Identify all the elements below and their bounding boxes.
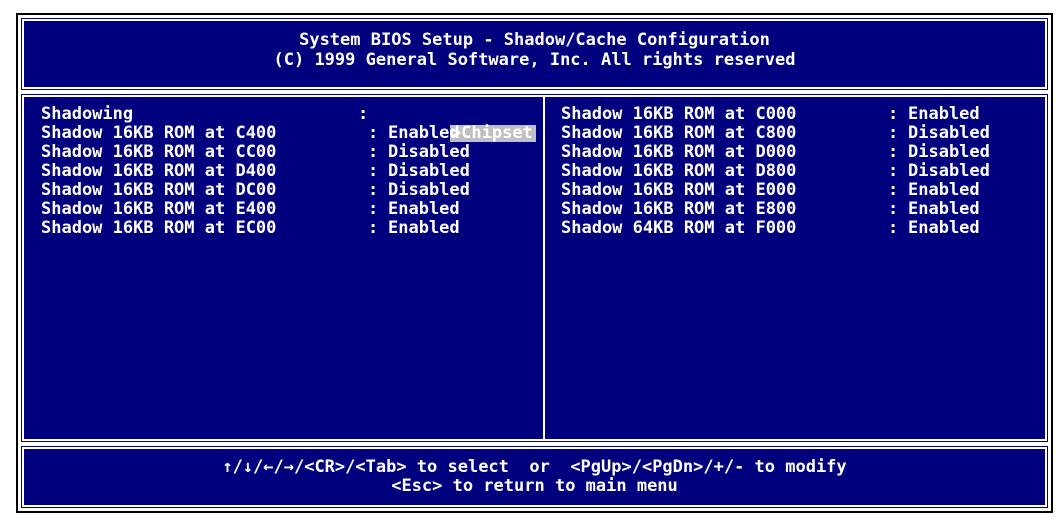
setting-value[interactable]: Disabled <box>908 124 990 143</box>
setting-label: Shadow 16KB ROM at DC00 <box>41 180 277 200</box>
setting-value[interactable]: Disabled <box>388 181 470 200</box>
copyright-text: (C) 1999 General Software, Inc. All righ… <box>273 50 796 70</box>
setting-value[interactable]: Enabled <box>908 105 980 124</box>
setting-value[interactable]: Enabled <box>908 200 980 219</box>
setting-separator: : <box>368 218 379 238</box>
help-panel: ↑/↓/←/→/<CR>/<Tab> to select or <PgUp>/<… <box>19 444 1050 510</box>
setting-label: Shadow 16KB ROM at C000 <box>561 104 797 124</box>
setting-row-d400[interactable]: Shadow 16KB ROM at D400 : Disabled <box>41 162 531 181</box>
setting-value[interactable]: Disabled <box>388 143 470 162</box>
setting-separator: : <box>888 161 899 181</box>
setting-label: Shadow 16KB ROM at D800 <box>561 161 797 181</box>
setting-value[interactable]: Enabled <box>388 200 460 219</box>
help-text-escape: <Esc> to return to main menu <box>391 476 678 496</box>
setting-separator: : <box>888 218 899 238</box>
panel-divider <box>543 97 545 439</box>
setting-separator: : <box>888 199 899 219</box>
help-text-navigation: ↑/↓/←/→/<CR>/<Tab> to select or <PgUp>/<… <box>222 457 847 477</box>
setting-row-f000[interactable]: Shadow 64KB ROM at F000 : Enabled <box>561 219 1041 238</box>
page-title: System BIOS Setup - Shadow/Cache Configu… <box>299 30 770 50</box>
setting-row-dc00[interactable]: Shadow 16KB ROM at DC00 : Disabled <box>41 181 531 200</box>
setting-label: Shadow 16KB ROM at CC00 <box>41 142 277 162</box>
setting-value[interactable]: Disabled <box>908 162 990 181</box>
setting-row-c400[interactable]: Shadow 16KB ROM at C400 : Enabled <box>41 124 531 143</box>
setting-label: Shadow 16KB ROM at E000 <box>561 180 797 200</box>
setting-separator: : <box>368 123 379 143</box>
setting-label: Shadow 16KB ROM at E800 <box>561 199 797 219</box>
settings-panel: Shadowing : >Chipset Shadow 16KB ROM at … <box>19 92 1050 444</box>
setting-row-e400[interactable]: Shadow 16KB ROM at E400 : Enabled <box>41 200 531 219</box>
setting-label: Shadow 16KB ROM at EC00 <box>41 218 277 238</box>
setting-value[interactable]: Disabled <box>388 162 470 181</box>
setting-value[interactable]: Enabled <box>388 124 460 143</box>
setting-row-d800[interactable]: Shadow 16KB ROM at D800 : Disabled <box>561 162 1041 181</box>
setting-row-cc00[interactable]: Shadow 16KB ROM at CC00 : Disabled <box>41 143 531 162</box>
setting-separator: : <box>888 104 899 124</box>
setting-row-c800[interactable]: Shadow 16KB ROM at C800 : Disabled <box>561 124 1041 143</box>
setting-row-c000[interactable]: Shadow 16KB ROM at C000 : Enabled <box>561 105 1041 124</box>
setting-value[interactable]: Disabled <box>908 143 990 162</box>
setting-row-e800[interactable]: Shadow 16KB ROM at E800 : Enabled <box>561 200 1041 219</box>
setting-value[interactable]: Enabled <box>908 181 980 200</box>
setting-separator: : <box>888 142 899 162</box>
bios-screen: System BIOS Setup - Shadow/Cache Configu… <box>19 16 1050 510</box>
setting-separator: : <box>888 180 899 200</box>
setting-value[interactable]: Enabled <box>388 219 460 238</box>
setting-separator: : <box>368 180 379 200</box>
setting-separator: : <box>368 142 379 162</box>
setting-row-ec00[interactable]: Shadow 16KB ROM at EC00 : Enabled <box>41 219 531 238</box>
setting-label: Shadow 64KB ROM at F000 <box>561 218 797 238</box>
header-panel: System BIOS Setup - Shadow/Cache Configu… <box>19 16 1050 92</box>
setting-separator: : <box>888 123 899 143</box>
setting-row-e000[interactable]: Shadow 16KB ROM at E000 : Enabled <box>561 181 1041 200</box>
setting-separator: : <box>368 199 379 219</box>
setting-value[interactable]: Enabled <box>908 219 980 238</box>
setting-row-d000[interactable]: Shadow 16KB ROM at D000 : Disabled <box>561 143 1041 162</box>
setting-label: Shadow 16KB ROM at C400 <box>41 123 277 143</box>
setting-label: Shadow 16KB ROM at D000 <box>561 142 797 162</box>
setting-separator: : <box>358 104 369 124</box>
setting-separator: : <box>368 161 379 181</box>
setting-label: Shadow 16KB ROM at D400 <box>41 161 277 181</box>
setting-row-shadowing[interactable]: Shadowing : >Chipset <box>41 104 536 142</box>
setting-label: Shadowing <box>41 104 134 124</box>
setting-label: Shadow 16KB ROM at C800 <box>561 123 797 143</box>
setting-label: Shadow 16KB ROM at E400 <box>41 199 277 219</box>
